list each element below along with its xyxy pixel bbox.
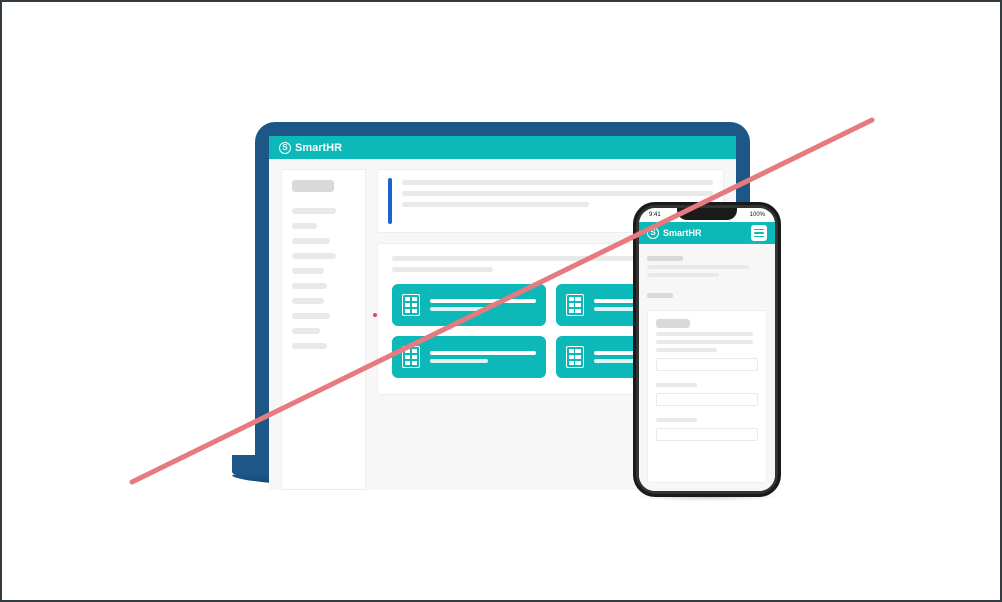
text-line-placeholder: [392, 256, 671, 261]
phone-section-placeholder: [647, 289, 767, 302]
feature-tile: [392, 336, 546, 378]
text-line-placeholder: [656, 348, 717, 352]
sidebar-item-placeholder: [292, 223, 317, 229]
input-placeholder: [656, 393, 758, 406]
phone-body: [639, 244, 775, 491]
phone-mockup: 9:41 100% S SmartHR: [633, 202, 781, 497]
brand-name: SmartHR: [663, 228, 702, 238]
input-placeholder: [656, 358, 758, 371]
heading-placeholder: [647, 293, 673, 298]
phone-screen: 9:41 100% S SmartHR: [639, 208, 775, 491]
text-line-placeholder: [402, 180, 713, 185]
sidebar-item-placeholder: [292, 298, 324, 304]
input-placeholder: [656, 428, 758, 441]
sidebar-item-placeholder: [292, 343, 327, 349]
sidebar-item-placeholder: [292, 208, 336, 214]
text-line-placeholder: [656, 340, 753, 344]
sidebar-item-placeholder: [292, 313, 330, 319]
tile-text-placeholder: [430, 351, 536, 363]
accent-bar: [388, 178, 392, 224]
sidebar-item-placeholder: [292, 328, 320, 334]
phone-section-placeholder: [647, 252, 767, 281]
hamburger-menu-icon: [751, 225, 767, 241]
app-topbar: S SmartHR: [269, 136, 736, 159]
sidebar-item-placeholder: [292, 253, 336, 259]
label-placeholder: [656, 418, 697, 422]
brand-icon: S: [279, 142, 291, 154]
illustration-stage: S SmartHR: [2, 2, 1000, 600]
text-line-placeholder: [647, 273, 719, 277]
brand-logo: S SmartHR: [647, 227, 702, 239]
form-card-placeholder: [647, 310, 767, 483]
label-placeholder: [656, 383, 697, 387]
building-icon: [566, 294, 584, 316]
status-time: 9:41: [649, 212, 661, 218]
feature-tile: [392, 284, 546, 326]
brand-logo: S SmartHR: [279, 142, 342, 154]
building-icon: [402, 294, 420, 316]
brand-name: SmartHR: [295, 142, 342, 154]
heading-placeholder: [647, 256, 683, 261]
sidebar: [281, 169, 366, 490]
text-line-placeholder: [656, 332, 753, 336]
text-line-placeholder: [402, 202, 589, 207]
status-battery: 100%: [750, 212, 765, 218]
building-icon: [402, 346, 420, 368]
chip-placeholder: [656, 319, 690, 328]
text-line-placeholder: [392, 267, 493, 272]
sidebar-item-placeholder: [292, 283, 327, 289]
tile-text-placeholder: [430, 299, 536, 311]
text-line-placeholder: [402, 191, 713, 196]
phone-topbar: S SmartHR: [639, 222, 775, 244]
sidebar-item-placeholder: [292, 268, 324, 274]
text-line-placeholder: [647, 265, 749, 269]
phone-notch: [677, 208, 737, 220]
building-icon: [566, 346, 584, 368]
brand-icon: S: [647, 227, 659, 239]
sidebar-heading-placeholder: [292, 180, 334, 192]
sidebar-item-placeholder: [292, 238, 330, 244]
